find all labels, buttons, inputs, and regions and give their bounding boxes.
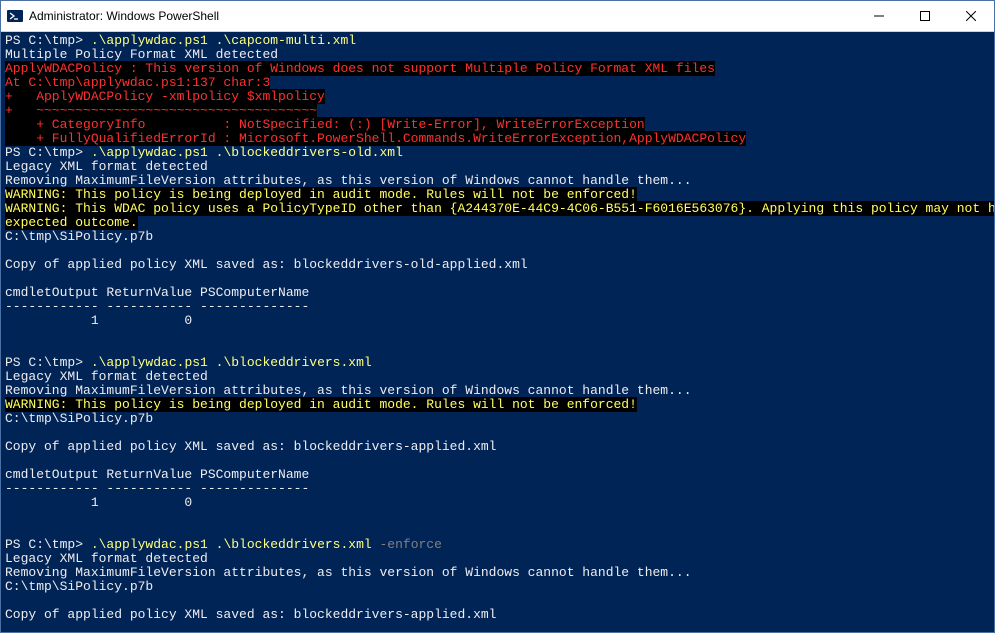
output-line: ------------ ----------- --------------	[5, 481, 309, 496]
command: .\applywdac.ps1 .\blockeddrivers.xml	[91, 355, 372, 370]
close-button[interactable]	[948, 1, 994, 31]
error-line: ApplyWDACPolicy : This version of Window…	[5, 61, 715, 76]
command-line: PS C:\tmp> .\applywdac.ps1 .\blockeddriv…	[5, 538, 990, 552]
minimize-button[interactable]	[856, 1, 902, 31]
output-line: 1 0	[5, 313, 192, 328]
error-line: + ~~~~~~~~~~~~~~~~~~~~~~~~~~~~~~~~~~~~	[5, 103, 317, 118]
powershell-window: Administrator: Windows PowerShell PS C:\…	[0, 0, 995, 633]
output-line: Legacy XML format detected	[5, 551, 208, 566]
command-line: PS C:\tmp> .\applywdac.ps1 .\capcom-mult…	[5, 34, 990, 48]
output-line: Removing MaximumFileVersion attributes, …	[5, 565, 692, 580]
output-line: 1 0	[5, 495, 192, 510]
output-line: cmdletOutput ReturnValue PSComputerName	[5, 467, 309, 482]
output-line: Legacy XML format detected	[5, 159, 208, 174]
prompt: PS C:\tmp>	[5, 537, 91, 552]
window-title: Administrator: Windows PowerShell	[29, 9, 219, 23]
warning-line: WARNING: This policy is being deployed i…	[5, 187, 637, 202]
prompt: PS C:\tmp>	[5, 355, 91, 370]
output-line: C:\tmp\SiPolicy.p7b	[5, 579, 153, 594]
output-line: Legacy XML format detected	[5, 369, 208, 384]
error-line: + ApplyWDACPolicy -xmlpolicy $xmlpolicy	[5, 89, 325, 104]
command-line: PS C:\tmp> .\applywdac.ps1 .\blockeddriv…	[5, 146, 990, 160]
warning-line: WARNING: This WDAC policy uses a PolicyT…	[5, 201, 994, 216]
warning-line: expected outcome.	[5, 215, 138, 230]
prompt: PS C:\tmp>	[5, 33, 91, 48]
output-line: C:\tmp\SiPolicy.p7b	[5, 411, 153, 426]
output-line: ------------ ----------- --------------	[5, 299, 309, 314]
output-line: Multiple Policy Format XML detected	[5, 47, 278, 62]
prompt: PS C:\tmp>	[5, 145, 91, 160]
output-line: Removing MaximumFileVersion attributes, …	[5, 173, 692, 188]
output-line: Copy of applied policy XML saved as: blo…	[5, 439, 496, 454]
output-line: Copy of applied policy XML saved as: blo…	[5, 607, 496, 622]
command: .\applywdac.ps1 .\blockeddrivers-old.xml	[91, 145, 403, 160]
output-line: Removing MaximumFileVersion attributes, …	[5, 383, 692, 398]
title-bar: Administrator: Windows PowerShell	[1, 1, 994, 32]
command-param: -enforce	[372, 537, 442, 552]
output-line: Copy of applied policy XML saved as: blo…	[5, 257, 528, 272]
output-line: cmdletOutput ReturnValue PSComputerName	[5, 285, 309, 300]
terminal-output[interactable]: PS C:\tmp> .\applywdac.ps1 .\capcom-mult…	[1, 32, 994, 632]
maximize-button[interactable]	[902, 1, 948, 31]
warning-line: WARNING: This policy is being deployed i…	[5, 397, 637, 412]
command-line: PS C:\tmp> .\applywdac.ps1 .\blockeddriv…	[5, 356, 990, 370]
command: .\applywdac.ps1 .\capcom-multi.xml	[91, 33, 356, 48]
output-line: C:\tmp\SiPolicy.p7b	[5, 229, 153, 244]
error-line: + FullyQualifiedErrorId : Microsoft.Powe…	[5, 131, 746, 146]
command: .\applywdac.ps1 .\blockeddrivers.xml	[91, 537, 372, 552]
error-line: At C:\tmp\applywdac.ps1:137 char:3	[5, 75, 270, 90]
error-line: + CategoryInfo : NotSpecified: (:) [Writ…	[5, 117, 645, 132]
powershell-icon	[7, 8, 23, 24]
